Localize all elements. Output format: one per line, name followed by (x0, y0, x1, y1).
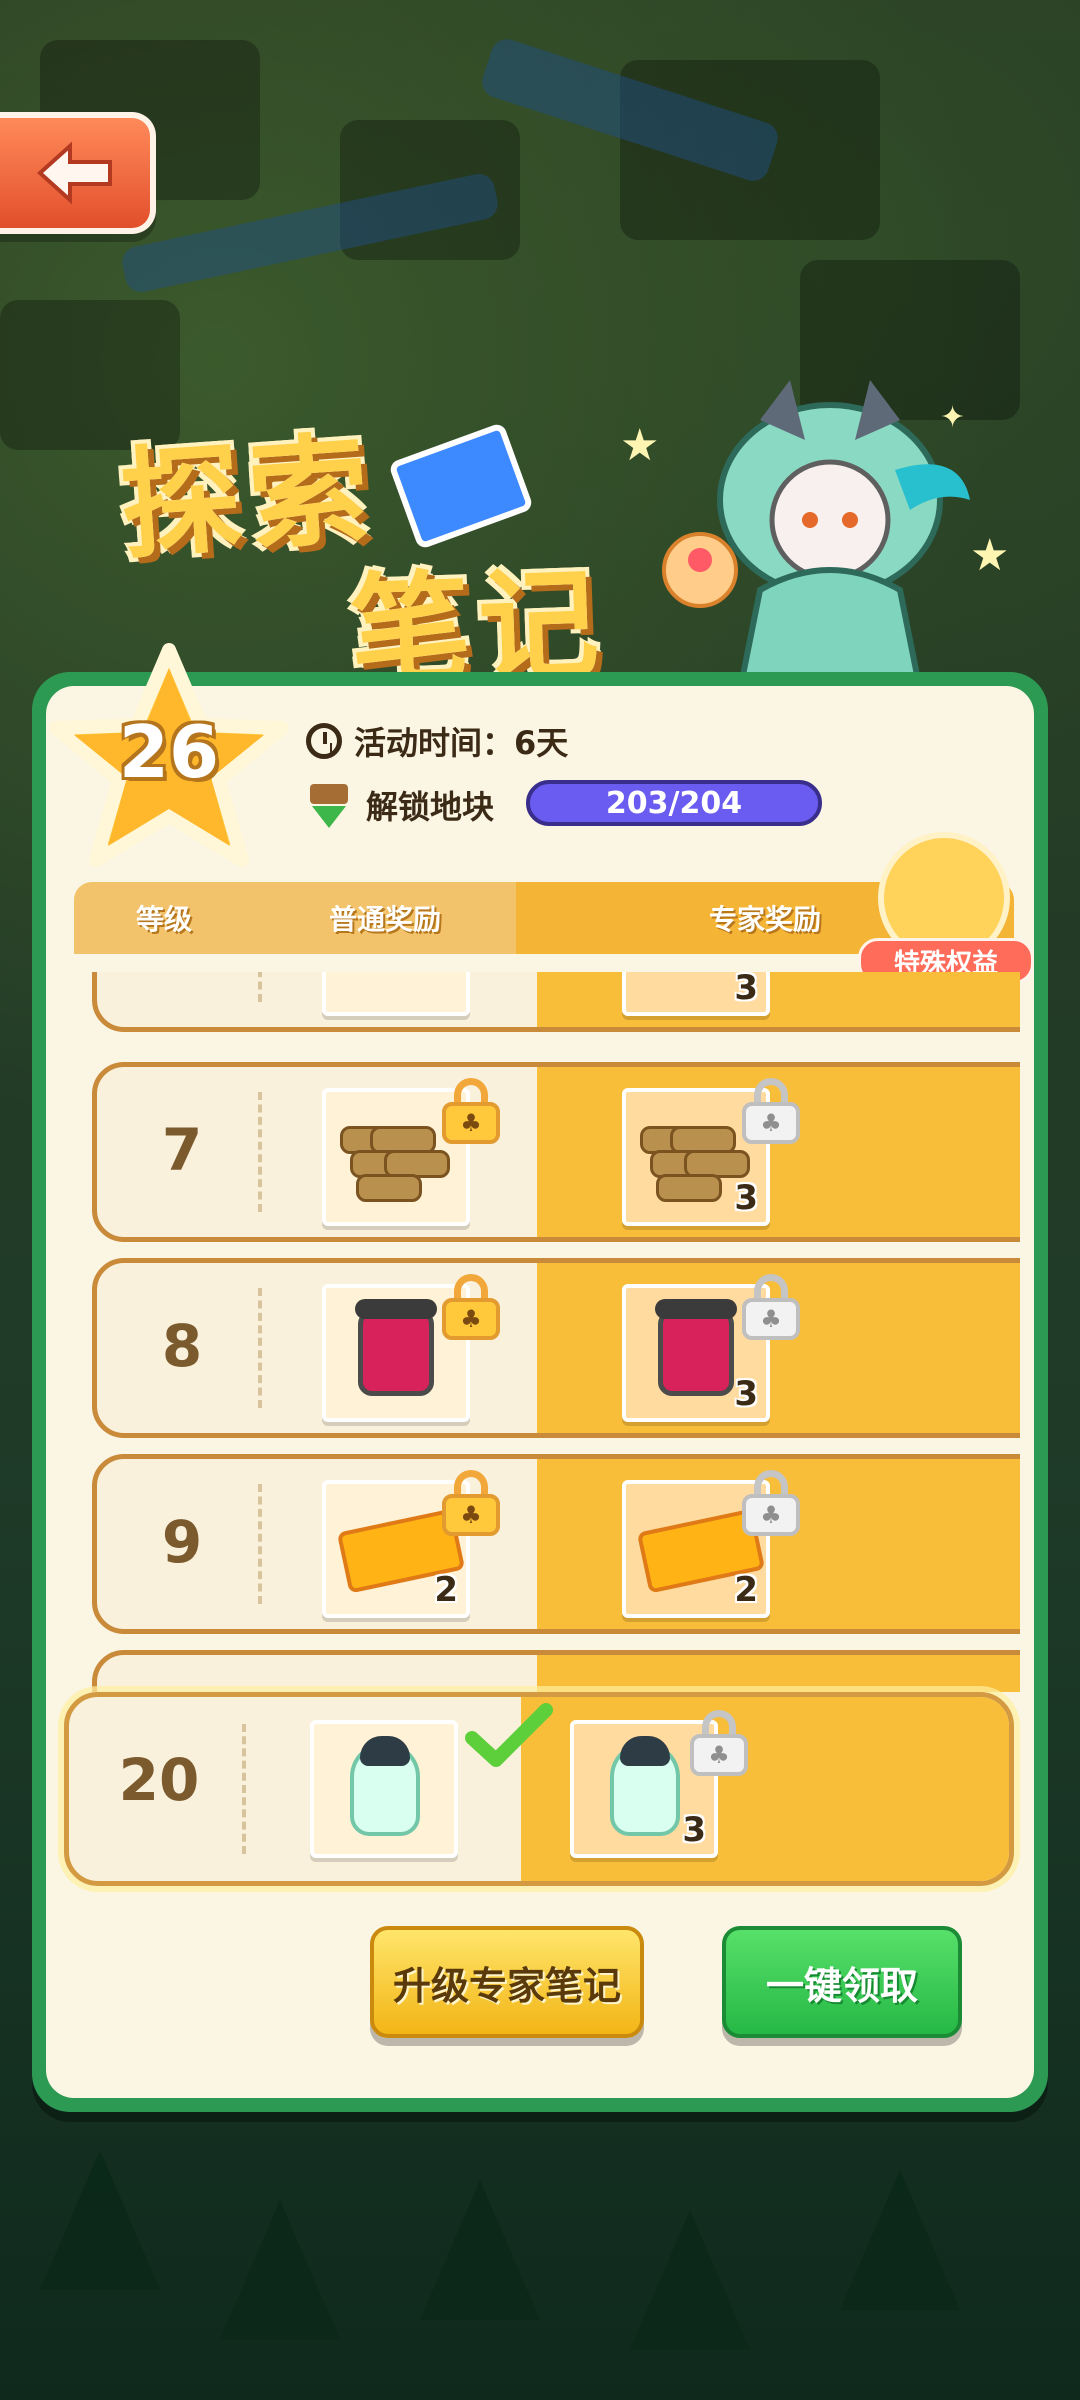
activity-time: 活动时间：6天 (306, 718, 568, 764)
reward-quantity: 2 (434, 1570, 458, 1610)
lock-icon: ♣ (742, 1274, 800, 1340)
row-level: 9 (161, 1508, 203, 1576)
lock-icon: ♣ (442, 1078, 500, 1144)
reward-quantity: 2 (734, 1570, 758, 1610)
reward-row: 7 ♣ 3 ♣ (92, 1062, 1020, 1242)
reward-quantity: 3 (734, 1178, 758, 1218)
expert-reward-card[interactable]: 2 ♣ (622, 1470, 800, 1618)
reward-row: 6 3 (92, 972, 1020, 1032)
lock-icon: ♣ (442, 1470, 500, 1536)
clock-icon (306, 723, 342, 759)
normal-reward-card[interactable]: ♣ (322, 1078, 500, 1226)
divider (258, 1288, 262, 1408)
unlock-progress-bar: 203/204 (526, 780, 822, 826)
expert-reward-card[interactable]: 3 ♣ (570, 1710, 748, 1858)
sparkle-icon: ★ (970, 530, 1010, 581)
final-reward-row: 20 3 ♣ (64, 1692, 1014, 1886)
divider (258, 1484, 262, 1604)
row-level: 7 (161, 1116, 203, 1184)
sparkle-icon: ✦ (940, 400, 966, 435)
divider (258, 972, 262, 1002)
expert-reward-card[interactable]: 3 (622, 972, 770, 1016)
reward-row: 8 ♣ 3 ♣ (92, 1258, 1020, 1438)
row-level: 20 (118, 1746, 200, 1814)
sparkle-icon: ★ (620, 420, 660, 471)
normal-reward-card[interactable] (310, 1720, 458, 1858)
reward-list[interactable]: 6 3 7 ♣ 3 ♣ (60, 972, 1020, 1692)
back-button[interactable] (0, 112, 156, 234)
jam-jar-icon (655, 1299, 737, 1396)
checkmark-icon (465, 1703, 553, 1767)
normal-reward-card[interactable] (322, 972, 470, 1016)
lock-icon: ♣ (442, 1274, 500, 1340)
row-level: 8 (161, 1312, 203, 1380)
expert-reward-card[interactable]: 3 ♣ (622, 1274, 800, 1422)
unlock-plots: 解锁地块 (306, 780, 494, 830)
title-line-1: 探索 (116, 420, 382, 577)
header-normal-reward: 普通奖励 (254, 882, 516, 954)
arrow-left-icon (37, 141, 112, 205)
reward-quantity: 3 (734, 972, 758, 1008)
signpost-icon (306, 780, 352, 830)
divider (242, 1724, 246, 1854)
lock-icon: ♣ (690, 1710, 748, 1776)
reward-row (92, 1650, 1020, 1692)
reward-row: 9 2 ♣ 2 ♣ (92, 1454, 1020, 1634)
reward-quantity: 3 (682, 1810, 706, 1850)
activity-time-label: 活动时间：6天 (354, 724, 569, 762)
reward-quantity: 3 (734, 1374, 758, 1414)
current-level: 26 (118, 710, 220, 794)
divider (258, 1092, 262, 1212)
special-privilege-button[interactable]: 特殊权益 (858, 832, 1038, 984)
expert-reward-card[interactable]: 3 ♣ (622, 1078, 800, 1226)
page-title: 探索 笔记 (100, 380, 620, 702)
normal-reward-card[interactable]: ♣ (322, 1274, 500, 1422)
lock-icon: ♣ (742, 1470, 800, 1536)
upgrade-expert-notes-button[interactable]: 升级专家笔记 (370, 1926, 644, 2038)
ghost-avatar-icon (350, 1736, 420, 1836)
lock-icon: ♣ (742, 1078, 800, 1144)
level-star-badge: 26 (44, 640, 294, 880)
header-level: 等级 (74, 882, 254, 954)
unlock-progress-text: 203/204 (605, 785, 743, 821)
ghost-avatar-icon (610, 1736, 680, 1836)
normal-reward-card[interactable]: 2 ♣ (322, 1470, 500, 1618)
unlock-label: 解锁地块 (366, 788, 495, 826)
jam-jar-icon (355, 1299, 437, 1396)
claim-all-button[interactable]: 一键领取 (722, 1926, 962, 2038)
